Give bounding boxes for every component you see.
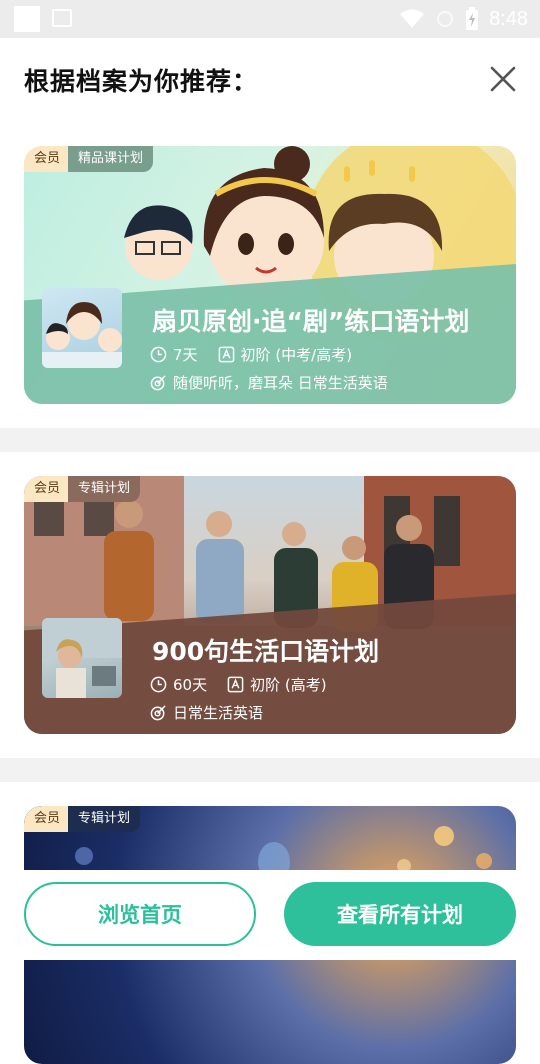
vip-badge: 会员 bbox=[24, 476, 69, 502]
plan-duration: 7天 bbox=[173, 346, 198, 364]
view-all-plans-button[interactable]: 查看所有计划 bbox=[284, 882, 516, 946]
plan-meta: 7天 初阶 (中考/高考) bbox=[150, 344, 352, 365]
plan-tags-row: 随便听听，磨耳朵 日常生活英语 bbox=[150, 372, 388, 393]
header: 根据档案为你推荐： bbox=[0, 38, 540, 128]
plan-thumbnail bbox=[42, 288, 122, 368]
card-info: 900句生活口语计划 60天 初阶 (高考) 日常生活英语 bbox=[24, 618, 516, 734]
plan-level: 初阶 (高考) bbox=[250, 676, 327, 694]
target-icon bbox=[150, 705, 166, 721]
badge-group: 会员 专辑计划 bbox=[24, 476, 141, 502]
plan-tags: 随便听听，磨耳朵 日常生活英语 bbox=[173, 374, 388, 392]
wifi-icon bbox=[400, 9, 425, 28]
plan-title: 扇贝原创·追“剧”练口语计划 bbox=[152, 307, 470, 336]
level-icon bbox=[218, 346, 234, 363]
vip-badge: 会员 bbox=[24, 806, 69, 832]
battery-charging-icon bbox=[466, 7, 479, 30]
plan-tags-row: 日常生活英语 bbox=[150, 702, 263, 723]
plan-level: 初阶 (中考/高考) bbox=[240, 346, 353, 364]
badge-group: 会员 精品课计划 bbox=[24, 146, 154, 172]
status-icons: 8:48 bbox=[399, 0, 528, 38]
clock: 8:48 bbox=[489, 7, 528, 30]
browse-home-button[interactable]: 浏览首页 bbox=[24, 882, 256, 946]
image-notification-icon bbox=[52, 9, 72, 27]
notification-square-icon bbox=[14, 6, 40, 32]
close-icon[interactable] bbox=[488, 64, 518, 94]
vip-badge: 会员 bbox=[24, 146, 69, 172]
badge-group: 会员 专辑计划 bbox=[24, 806, 141, 832]
plan-type-badge: 精品课计划 bbox=[68, 146, 154, 172]
bottom-action-bar: 浏览首页 查看所有计划 bbox=[0, 870, 540, 960]
plan-type-badge: 专辑计划 bbox=[68, 476, 141, 502]
plan-duration: 60天 bbox=[173, 676, 208, 694]
plan-thumbnail bbox=[42, 618, 122, 698]
target-icon bbox=[150, 375, 166, 391]
section-divider bbox=[0, 428, 540, 452]
clock-icon bbox=[150, 346, 167, 363]
section-divider bbox=[0, 758, 540, 782]
plan-meta: 60天 初阶 (高考) bbox=[150, 674, 327, 695]
level-icon bbox=[227, 676, 244, 693]
plan-card[interactable]: 会员 专辑计划 900句生活口语计划 60天 初阶 (高考) 日常生活英语 bbox=[24, 476, 516, 734]
signal-off-icon bbox=[437, 11, 454, 27]
page-title: 根据档案为你推荐： bbox=[24, 67, 259, 96]
plan-title: 900句生活口语计划 bbox=[152, 637, 380, 666]
status-bar: 8:48 bbox=[0, 0, 540, 38]
clock-icon bbox=[150, 676, 167, 693]
plan-type-badge: 专辑计划 bbox=[68, 806, 141, 832]
card-info: 扇贝原创·追“剧”练口语计划 7天 初阶 (中考/高考) 随便听听，磨耳朵 日常… bbox=[24, 288, 516, 404]
plan-tags: 日常生活英语 bbox=[173, 704, 264, 722]
plan-card[interactable]: 会员 精品课计划 扇贝原创·追“剧”练口语计划 7天 初阶 (中考/高考) 随便… bbox=[24, 146, 516, 404]
